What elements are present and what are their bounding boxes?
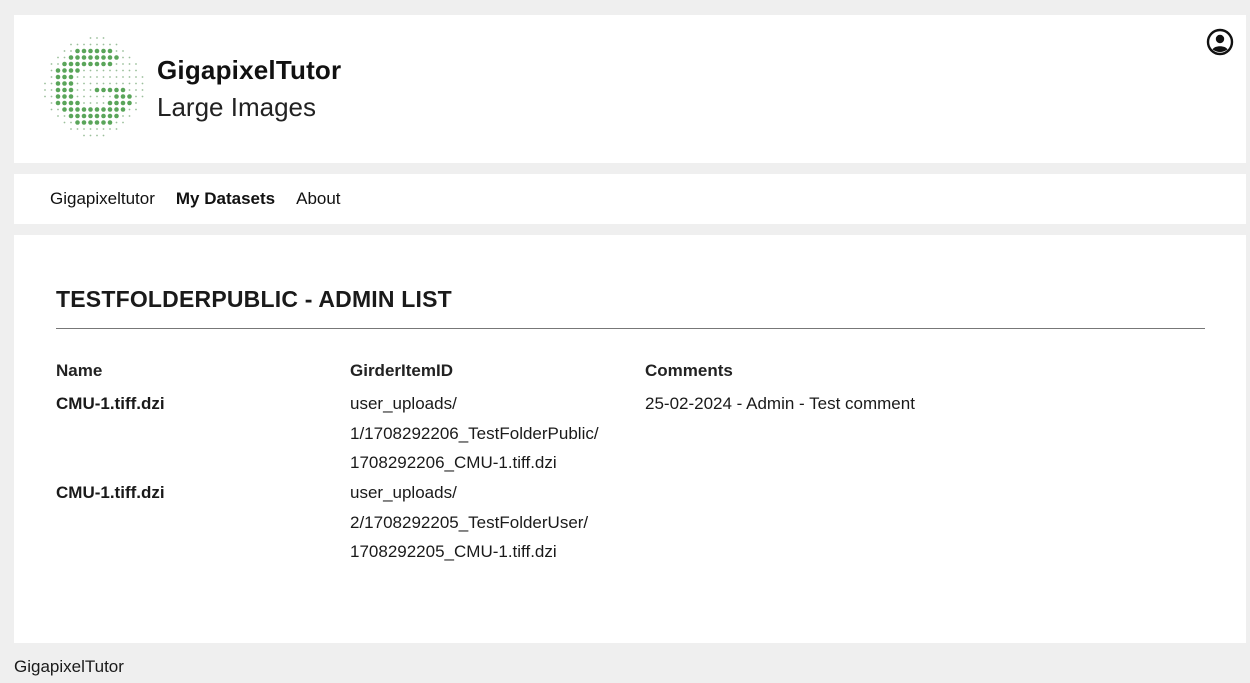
column-header-name: Name bbox=[56, 361, 103, 380]
nav-link-gigapixeltutor[interactable]: Gigapixeltutor bbox=[50, 189, 155, 209]
user-circle-icon[interactable] bbox=[1206, 28, 1234, 56]
footer-text: GigapixelTutor bbox=[14, 657, 124, 676]
table-row-2-girder-id: user_uploads/ 2/1708292205_TestFolderUse… bbox=[350, 478, 588, 567]
brand-subtitle: Large Images bbox=[157, 92, 316, 122]
main-nav: Gigapixeltutor My Datasets About bbox=[14, 174, 1246, 224]
page-title: TESTFOLDERPUBLIC - ADMIN LIST bbox=[56, 286, 452, 312]
girder-id-line: 1708292206_CMU-1.tiff.dzi bbox=[350, 453, 557, 472]
girder-id-line: user_uploads/ bbox=[350, 483, 457, 502]
brand-title: GigapixelTutor bbox=[157, 55, 342, 85]
girder-id-line: 1/1708292206_TestFolderPublic/ bbox=[350, 423, 599, 443]
table-row-2-name: CMU-1.tiff.dzi bbox=[56, 483, 165, 502]
column-header-comments: Comments bbox=[645, 361, 733, 380]
nav-link-my-datasets[interactable]: My Datasets bbox=[176, 189, 275, 209]
girder-id-line: user_uploads/ bbox=[350, 394, 457, 413]
nav-link-about[interactable]: About bbox=[296, 189, 340, 209]
table-row-1-girder-id: user_uploads/ 1/1708292206_TestFolderPub… bbox=[350, 389, 599, 478]
main-content: TESTFOLDERPUBLIC - ADMIN LIST Name Girde… bbox=[14, 235, 1246, 643]
column-header-girder-item-id: GirderItemID bbox=[350, 361, 453, 380]
site-header: GigapixelTutor Large Images bbox=[14, 15, 1246, 163]
girder-id-line: 2/1708292205_TestFolderUser/ bbox=[350, 512, 589, 532]
girder-id-line: 1708292205_CMU-1.tiff.dzi bbox=[350, 542, 557, 561]
table-row-1-comment: 25-02-2024 - Admin - Test comment bbox=[645, 394, 915, 413]
title-divider bbox=[56, 328, 1205, 329]
table-row-1-name: CMU-1.tiff.dzi bbox=[56, 394, 165, 413]
dotted-circle-logo-icon bbox=[44, 37, 144, 137]
